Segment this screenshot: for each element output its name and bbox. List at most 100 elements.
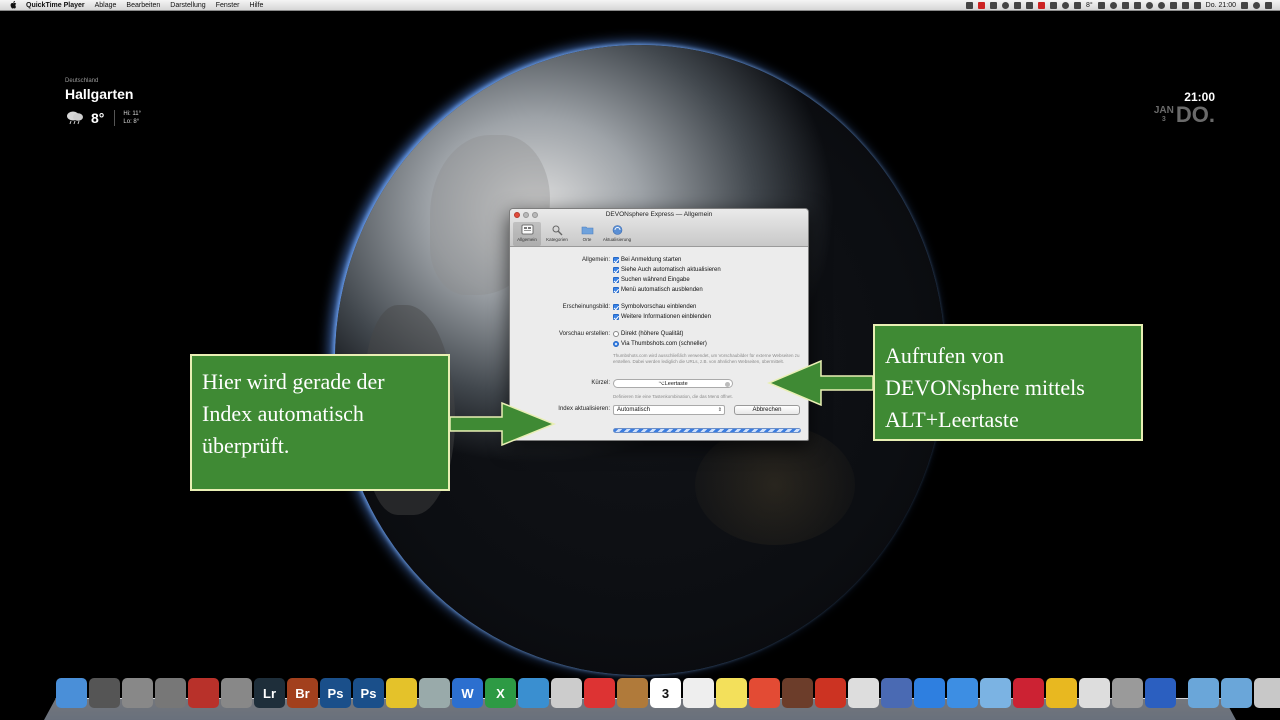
status-icon[interactable] (1049, 2, 1057, 9)
dashboard-icon[interactable] (89, 678, 120, 708)
status-icon[interactable] (989, 2, 997, 9)
tab-orte[interactable]: Orte (573, 222, 601, 246)
checkbox[interactable] (613, 267, 619, 273)
wifi-icon[interactable] (1169, 2, 1177, 9)
option-see-also[interactable]: Siehe Auch automatisch aktualisieren (613, 267, 721, 273)
photoshop-32-icon[interactable]: Ps (353, 678, 384, 708)
battery-icon[interactable] (1193, 2, 1201, 9)
option-thumbshots[interactable]: Via Thumbshots.com (schneller) (613, 341, 707, 347)
photoshop-icon[interactable]: Ps (320, 678, 351, 708)
photo-app-icon[interactable] (155, 678, 186, 708)
imageutil-icon[interactable] (419, 678, 450, 708)
preview-icon[interactable] (221, 678, 252, 708)
book-red-icon[interactable] (815, 678, 846, 708)
status-icon[interactable] (1121, 2, 1129, 9)
lightroom-icon[interactable]: Lr (254, 678, 285, 708)
clock-date: JAN 3 DO. (1154, 104, 1215, 126)
menu-app-name[interactable]: QuickTime Player (26, 2, 85, 9)
battery-status-icon[interactable] (1133, 2, 1141, 9)
bluetooth-icon[interactable] (1157, 2, 1165, 9)
status-icon[interactable] (1013, 2, 1021, 9)
notification-center-icon[interactable] (1265, 2, 1272, 9)
stickies-icon[interactable] (716, 678, 747, 708)
weather-status-icon[interactable] (1073, 2, 1081, 9)
pdf-tool-icon[interactable] (551, 678, 582, 708)
clock-widget: 21:00 JAN 3 DO. (1154, 90, 1215, 126)
apple-menu-icon[interactable] (10, 1, 18, 9)
status-icon[interactable] (1097, 2, 1105, 9)
tab-allgemein[interactable]: Allgemein (513, 222, 541, 246)
option-icon-preview[interactable]: Symbolvorschau einblenden (613, 304, 696, 310)
callout-shortcut: Aufrufen von DEVONsphere mittels ALT+Lee… (873, 324, 1143, 441)
excel-icon[interactable]: X (485, 678, 516, 708)
option-hide-menu[interactable]: Menü automatisch ausblenden (613, 287, 703, 293)
itunes-icon[interactable] (947, 678, 978, 708)
checkbox[interactable] (613, 287, 619, 293)
status-search-icon[interactable] (1001, 2, 1009, 9)
option-search-typing[interactable]: Suchen während Eingabe (613, 277, 690, 283)
status-icon[interactable] (1109, 2, 1117, 9)
folder-downloads-icon[interactable] (1221, 678, 1252, 708)
appstore-icon[interactable] (914, 678, 945, 708)
bridge-icon[interactable]: Br (287, 678, 318, 708)
pdf-icon[interactable] (584, 678, 615, 708)
option-more-info[interactable]: Weitere Informationen einblenden (613, 314, 711, 320)
option-autostart[interactable]: Bei Anmeldung starten (613, 257, 681, 263)
index-update-select[interactable]: Automatisch ⇕ (613, 405, 725, 415)
radio-button[interactable] (613, 331, 619, 337)
tab-aktualisierung[interactable]: Aktualisierung (603, 222, 631, 246)
calendar-grid-icon[interactable] (848, 678, 879, 708)
menu-darstellung[interactable]: Darstellung (170, 2, 205, 9)
status-icon[interactable] (965, 2, 973, 9)
status-icon[interactable] (1061, 2, 1069, 9)
notes-box-icon[interactable] (617, 678, 648, 708)
user-icon[interactable] (1241, 2, 1248, 9)
dictionary-icon[interactable] (1013, 678, 1044, 708)
option-direct-preview[interactable]: Direkt (höhere Qualität) (613, 331, 683, 337)
books-icon[interactable] (782, 678, 813, 708)
pen-tool-icon[interactable] (881, 678, 912, 708)
status-temperature[interactable]: 8° (1086, 2, 1093, 9)
menu-ablage[interactable]: Ablage (95, 2, 117, 9)
menu-hilfe[interactable]: Hilfe (249, 2, 263, 9)
weather-country: Deutschland (65, 78, 99, 84)
cancel-button[interactable]: Abbrechen (734, 405, 800, 415)
menu-fenster[interactable]: Fenster (216, 2, 240, 9)
checkbox[interactable] (613, 277, 619, 283)
macmeteshow-icon[interactable] (386, 678, 417, 708)
checkbox[interactable] (613, 257, 619, 263)
textedit-icon[interactable] (683, 678, 714, 708)
finder-icon[interactable] (56, 678, 87, 708)
radio-button-selected[interactable] (613, 341, 619, 347)
wlan-icon[interactable] (1046, 678, 1077, 708)
clear-field-icon[interactable] (725, 381, 730, 387)
calendar-icon[interactable]: 3 (650, 678, 681, 708)
presentation-icon[interactable] (188, 678, 219, 708)
folder-documents-icon[interactable] (1188, 678, 1219, 708)
option-label: Menü automatisch ausblenden (621, 287, 703, 293)
window-title: DEVONsphere Express — Allgemein (605, 211, 713, 218)
monitor-icon[interactable] (980, 678, 1011, 708)
document-icon[interactable] (1079, 678, 1110, 708)
tab-kategorien[interactable]: Kategorien (543, 222, 571, 246)
spotlight-icon[interactable] (1253, 2, 1260, 9)
launchpad-icon[interactable] (122, 678, 153, 708)
time-machine-icon[interactable] (1145, 2, 1153, 9)
status-icon[interactable] (1025, 2, 1033, 9)
trash-icon[interactable] (1254, 678, 1280, 708)
status-pdf-icon[interactable] (977, 2, 985, 9)
chrome-icon[interactable] (749, 678, 780, 708)
checkbox[interactable] (613, 314, 619, 320)
menu-bearbeiten[interactable]: Bearbeiten (126, 2, 160, 9)
network-icon[interactable] (1145, 678, 1176, 708)
menubar-clock[interactable]: Do. 21:00 (1206, 2, 1236, 9)
option-label: Direkt (höhere Qualität) (621, 331, 684, 337)
window-titlebar[interactable]: DEVONsphere Express — Allgemein Allgemei… (510, 209, 808, 247)
vortex-icon[interactable] (518, 678, 549, 708)
checkbox[interactable] (613, 304, 619, 310)
status-icon[interactable] (1037, 2, 1045, 9)
word-icon[interactable]: W (452, 678, 483, 708)
printer-icon[interactable] (1112, 678, 1143, 708)
volume-icon[interactable] (1181, 2, 1189, 9)
shortcut-field[interactable]: ⌥Leertaste (613, 379, 733, 388)
